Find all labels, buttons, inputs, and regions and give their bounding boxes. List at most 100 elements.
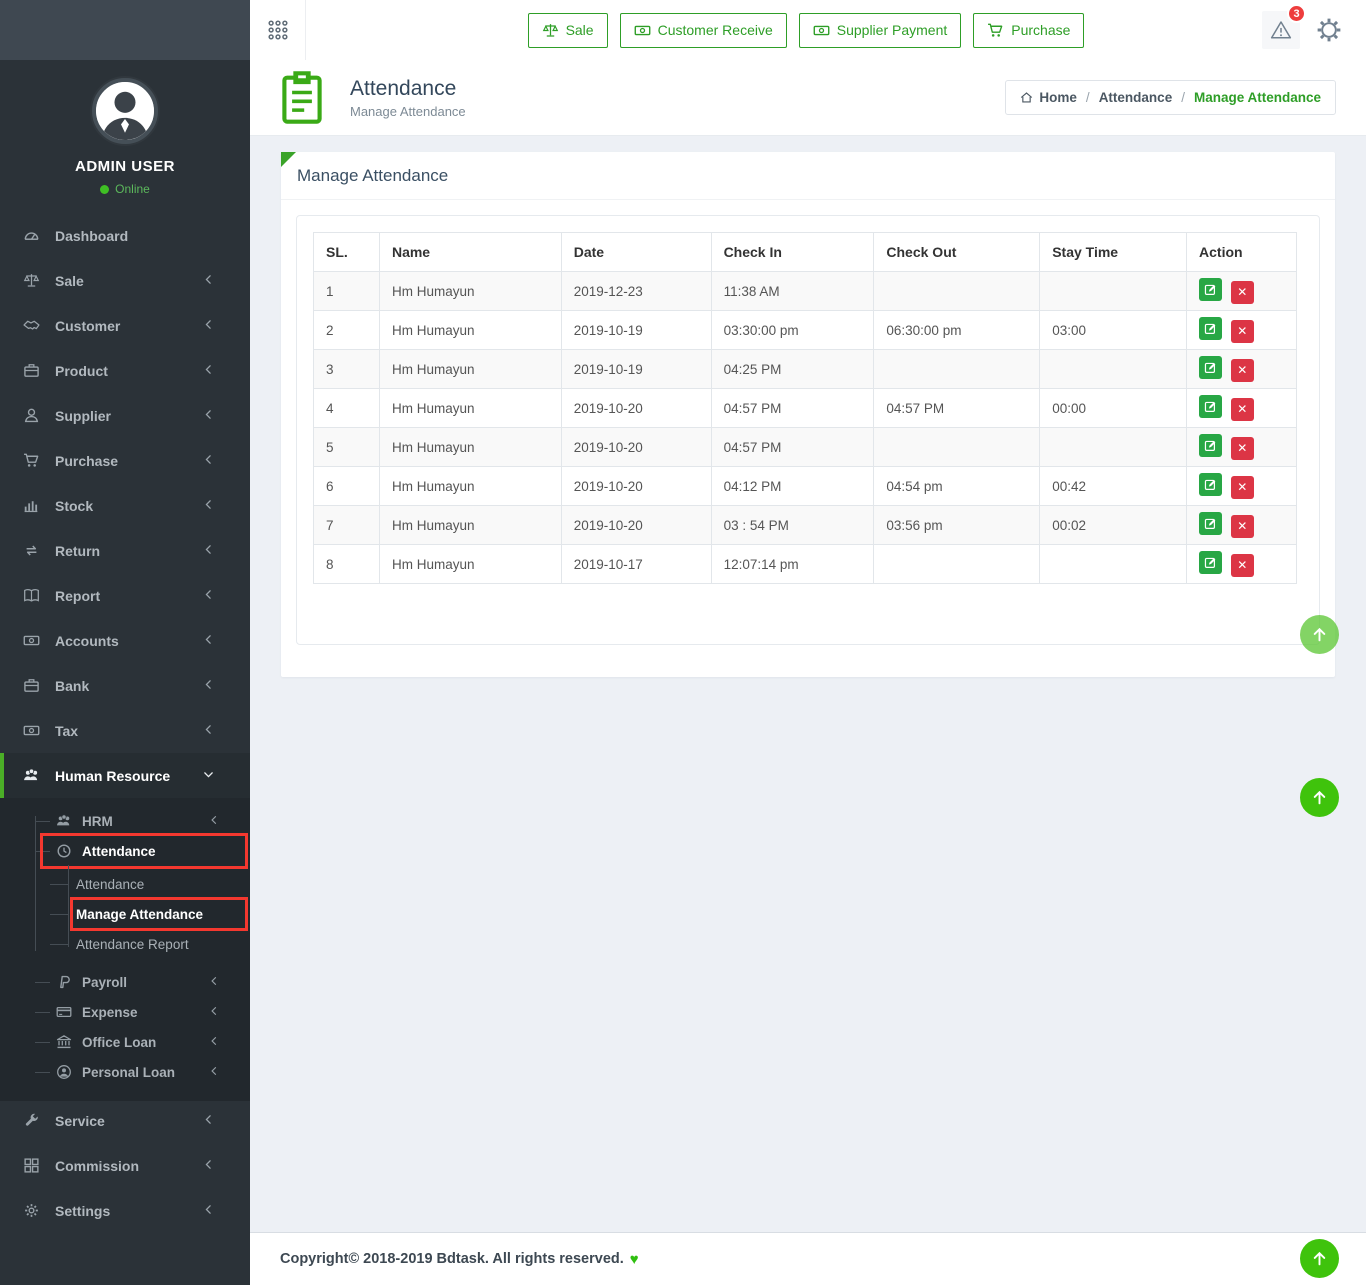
sidebar-item-label: Report — [55, 588, 100, 604]
submenu-item-personal-loan[interactable]: Personal Loan — [0, 1057, 250, 1087]
sidebar-toggle-button[interactable] — [250, 0, 306, 60]
sidebar-item-accounts[interactable]: Accounts — [0, 618, 250, 663]
cell-name: Hm Humayun — [379, 389, 561, 428]
sidebar-item-supplier[interactable]: Supplier — [0, 393, 250, 438]
cell-action: ✕ — [1187, 467, 1297, 506]
submenu-item-attendance[interactable]: Attendance — [0, 869, 250, 899]
submenu-item-payroll[interactable]: Payroll — [0, 967, 250, 997]
delete-button[interactable]: ✕ — [1231, 398, 1254, 421]
edit-button[interactable] — [1199, 512, 1222, 535]
edit-button[interactable] — [1199, 278, 1222, 301]
submenu-item-hrm[interactable]: HRM — [0, 806, 250, 836]
delete-button[interactable]: ✕ — [1231, 437, 1254, 460]
delete-button[interactable]: ✕ — [1231, 554, 1254, 577]
chevron-left-icon — [205, 1035, 222, 1047]
submenu-item-manage-attendance[interactable]: Manage Attendance — [0, 899, 250, 929]
scroll-top-button[interactable] — [1300, 778, 1339, 817]
delete-button[interactable]: ✕ — [1231, 281, 1254, 304]
cell-sl: 3 — [314, 350, 380, 389]
sidebar-item-service[interactable]: Service — [0, 1098, 250, 1143]
submenu-item-label: Office Loan — [82, 1035, 156, 1050]
sidebar-item-bank[interactable]: Bank — [0, 663, 250, 708]
edit-icon — [1204, 478, 1217, 491]
submenu-item-office-loan[interactable]: Office Loan — [0, 1027, 250, 1057]
breadcrumb-home-link[interactable]: Home — [1020, 90, 1077, 105]
scroll-top-button[interactable] — [1300, 1239, 1339, 1278]
header-right: 3 — [1262, 11, 1348, 49]
avatar — [92, 78, 158, 144]
edit-button[interactable] — [1199, 434, 1222, 457]
quick-sale-button[interactable]: Sale — [528, 13, 608, 48]
sidebar-item-report[interactable]: Report — [0, 573, 250, 618]
sidebar-item-stock[interactable]: Stock — [0, 483, 250, 528]
quick-purchase-button[interactable]: Purchase — [973, 13, 1084, 48]
submenu-item-attendance-report[interactable]: Attendance Report — [0, 929, 250, 959]
delete-button[interactable]: ✕ — [1231, 359, 1254, 382]
breadcrumb-attendance-link[interactable]: Attendance — [1099, 90, 1173, 105]
column-header-sl: SL. — [314, 233, 380, 272]
sidebar-item-return[interactable]: Return — [0, 528, 250, 573]
edit-button[interactable] — [1199, 395, 1222, 418]
gear-icon — [1316, 17, 1342, 43]
submenu-item-attendance[interactable]: Attendance — [0, 836, 250, 866]
x-icon: ✕ — [1237, 402, 1247, 416]
sidebar-item-label: Human Resource — [55, 768, 170, 784]
cell-name: Hm Humayun — [379, 467, 561, 506]
cell-stay-time: 00:02 — [1040, 506, 1187, 545]
cell-name: Hm Humayun — [379, 311, 561, 350]
page-header: Attendance Manage Attendance Home / Atte… — [250, 60, 1366, 136]
x-icon: ✕ — [1237, 324, 1247, 338]
sidebar: ADMIN USER Online Dashboard Sale Custome… — [0, 0, 250, 1285]
x-icon: ✕ — [1237, 285, 1247, 299]
delete-button[interactable]: ✕ — [1231, 476, 1254, 499]
dashboard-icon — [22, 227, 40, 244]
chevron-left-icon — [199, 1158, 217, 1171]
settings-button[interactable] — [1310, 11, 1348, 49]
submenu-item-expense[interactable]: Expense — [0, 997, 250, 1027]
column-header-check-out: Check Out — [874, 233, 1040, 272]
money-icon — [813, 22, 830, 39]
return-arrows-icon — [22, 542, 40, 559]
chevron-left-icon — [199, 363, 217, 376]
edit-button[interactable] — [1199, 356, 1222, 379]
cell-name: Hm Humayun — [379, 428, 561, 467]
edit-button[interactable] — [1199, 551, 1222, 574]
sidebar-item-label: Commission — [55, 1158, 139, 1174]
submenu-item-label: Payroll — [82, 975, 127, 990]
sidebar-item-human-resource[interactable]: Human Resource — [0, 753, 250, 798]
delete-button[interactable]: ✕ — [1231, 515, 1254, 538]
warning-triangle-icon — [1270, 19, 1292, 41]
breadcrumb-separator: / — [1086, 90, 1090, 105]
briefcase-icon — [22, 362, 40, 379]
chevron-left-icon — [199, 498, 217, 511]
sidebar-item-tax[interactable]: Tax — [0, 708, 250, 753]
cell-check-out: 04:57 PM — [874, 389, 1040, 428]
cell-date: 2019-12-23 — [561, 272, 711, 311]
online-dot-icon — [100, 185, 109, 194]
chevron-left-icon — [199, 588, 217, 601]
sidebar-item-settings[interactable]: Settings — [0, 1188, 250, 1233]
scales-icon — [542, 22, 559, 39]
edit-button[interactable] — [1199, 473, 1222, 496]
heart-icon: ♥ — [630, 1251, 639, 1268]
cell-action: ✕ — [1187, 428, 1297, 467]
sidebar-item-purchase[interactable]: Purchase — [0, 438, 250, 483]
quick-customer-receive-button[interactable]: Customer Receive — [620, 13, 787, 48]
edit-button[interactable] — [1199, 317, 1222, 340]
sidebar-item-commission[interactable]: Commission — [0, 1143, 250, 1188]
sidebar-item-dashboard[interactable]: Dashboard — [0, 213, 250, 258]
sidebar-item-product[interactable]: Product — [0, 348, 250, 393]
hr-submenu: HRM Attendance Attendance Manage Attenda… — [0, 798, 250, 1101]
cell-action: ✕ — [1187, 350, 1297, 389]
chevron-left-icon — [199, 543, 217, 556]
delete-button[interactable]: ✕ — [1231, 320, 1254, 343]
sidebar-item-sale[interactable]: Sale — [0, 258, 250, 303]
user-icon — [22, 407, 40, 424]
alerts-button[interactable]: 3 — [1262, 11, 1300, 49]
quick-supplier-payment-button[interactable]: Supplier Payment — [799, 13, 962, 48]
scroll-top-button[interactable] — [1300, 615, 1339, 654]
sidebar-item-customer[interactable]: Customer — [0, 303, 250, 348]
cell-check-out — [874, 545, 1040, 584]
arrow-up-icon — [1311, 789, 1328, 806]
column-header-stay-time: Stay Time — [1040, 233, 1187, 272]
